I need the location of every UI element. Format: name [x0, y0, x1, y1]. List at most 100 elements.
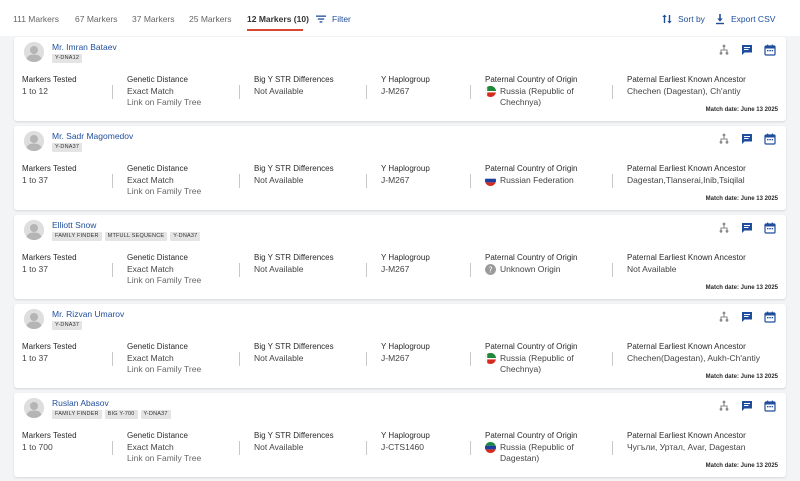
ancestor-column: Paternal Earliest Known Ancestor Chechen…: [627, 75, 746, 97]
match-card: Mr. Rizvan Umarov Y-DNA37 Markers Tested…: [14, 304, 786, 388]
column-divider: [366, 174, 367, 188]
haplogroup-header: Y Haplogroup: [381, 253, 430, 262]
link-on-family-tree[interactable]: Link on Family Tree: [127, 453, 201, 464]
tab-25-markers[interactable]: 25 Markers: [189, 14, 232, 24]
tab-67-markers[interactable]: 67 Markers: [75, 14, 118, 24]
message-icon[interactable]: [741, 133, 753, 145]
country-value: ? Unknown Origin: [485, 264, 578, 275]
message-icon[interactable]: [741, 44, 753, 56]
calendar-icon[interactable]: [764, 400, 776, 412]
tab-111-markers[interactable]: 111 Markers: [13, 14, 59, 24]
message-icon[interactable]: [741, 400, 753, 412]
genetic-distance-column: Genetic Distance Exact Match Link on Fam…: [127, 75, 201, 108]
big-y-str-header: Big Y STR Differences: [254, 164, 334, 173]
export-csv-button[interactable]: Export CSV: [714, 12, 775, 26]
haplogroup-value: J-M267: [381, 175, 410, 185]
column-divider: [239, 352, 240, 366]
match-name[interactable]: Mr. Rizvan Umarov: [52, 309, 124, 319]
match-name[interactable]: Ruslan Abasov: [52, 398, 109, 408]
country-value: Russia (Republic of Chechnya): [485, 86, 578, 108]
country-column: Paternal Country of Origin Russia (Repub…: [485, 342, 578, 375]
column-divider: [239, 85, 240, 99]
country-header: Paternal Country of Origin: [485, 75, 578, 84]
card-actions: [718, 311, 776, 323]
genetic-distance-value: Exact Match: [127, 86, 174, 96]
sort-button[interactable]: Sort by: [661, 12, 705, 26]
markers-tested-column: Markers Tested 1 to 700: [22, 431, 77, 453]
markers-tested-value: 1 to 37: [22, 264, 48, 274]
test-tag: Y-DNA37: [52, 321, 83, 330]
link-on-family-tree[interactable]: Link on Family Tree: [127, 364, 201, 375]
column-divider: [470, 174, 471, 188]
genetic-distance-column: Genetic Distance Exact Match Link on Fam…: [127, 431, 201, 464]
tab-12-markers[interactable]: 12 Markers (10): [247, 14, 309, 24]
markers-tested-header: Markers Tested: [22, 253, 77, 262]
genetic-distance-value: Exact Match: [127, 442, 174, 452]
test-tags: Y-DNA37: [52, 321, 83, 330]
match-date: Match date: June 13 2025: [705, 107, 778, 113]
country-column: Paternal Country of Origin ? Unknown Ori…: [485, 253, 578, 275]
match-date: Match date: June 13 2025: [705, 285, 778, 291]
column-divider: [612, 263, 613, 277]
top-toolbar: 111 Markers 67 Markers 37 Markers 25 Mar…: [0, 0, 800, 36]
tab-37-markers[interactable]: 37 Markers: [132, 14, 175, 24]
link-on-family-tree[interactable]: Link on Family Tree: [127, 275, 201, 286]
test-tags: FAMILY FINDER BIG Y-700 Y-DNA37: [52, 410, 171, 419]
test-tags: FAMILY FINDER MTFULL SEQUENCE Y-DNA37: [52, 232, 201, 241]
country-line2: Chechnya): [500, 364, 542, 374]
ancestor-column: Paternal Earliest Known Ancestor Чугъли,…: [627, 431, 746, 453]
chechnya-flag-icon: [485, 353, 496, 364]
big-y-str-header: Big Y STR Differences: [254, 431, 334, 440]
calendar-icon[interactable]: [764, 133, 776, 145]
match-card: Elliott Snow FAMILY FINDER MTFULL SEQUENC…: [14, 215, 786, 299]
genetic-distance-header: Genetic Distance: [127, 431, 188, 440]
country-column: Paternal Country of Origin Russia (Repub…: [485, 431, 578, 464]
match-card: Mr. Imran Bataev Y-DNA12 Markers Tested …: [14, 37, 786, 121]
download-icon: [714, 13, 726, 25]
column-divider: [112, 441, 113, 455]
tree-icon[interactable]: [718, 133, 730, 145]
country-line2: Chechnya): [500, 97, 542, 107]
genetic-distance-value: Exact Match: [127, 175, 174, 185]
country-line1: Russian Federation: [500, 175, 574, 185]
calendar-icon[interactable]: [764, 222, 776, 234]
tree-icon[interactable]: [718, 222, 730, 234]
link-on-family-tree[interactable]: Link on Family Tree: [127, 97, 201, 108]
column-divider: [612, 85, 613, 99]
column-divider: [470, 441, 471, 455]
column-divider: [239, 263, 240, 277]
test-tag: Y-DNA37: [140, 410, 171, 419]
active-tab-indicator: [247, 29, 303, 31]
avatar: [24, 42, 44, 62]
haplogroup-header: Y Haplogroup: [381, 431, 430, 440]
tree-icon[interactable]: [718, 311, 730, 323]
big-y-str-column: Big Y STR Differences Not Available: [254, 431, 334, 453]
sort-icon: [661, 13, 673, 25]
test-tag: FAMILY FINDER: [52, 410, 102, 419]
match-name[interactable]: Mr. Imran Bataev: [52, 42, 117, 52]
big-y-str-value: Not Available: [254, 353, 304, 363]
markers-tested-header: Markers Tested: [22, 164, 77, 173]
ancestor-column: Paternal Earliest Known Ancestor Dagesta…: [627, 164, 746, 186]
message-icon[interactable]: [741, 311, 753, 323]
haplogroup-header: Y Haplogroup: [381, 342, 430, 351]
column-divider: [239, 174, 240, 188]
column-divider: [366, 441, 367, 455]
tree-icon[interactable]: [718, 44, 730, 56]
haplogroup-header: Y Haplogroup: [381, 164, 430, 173]
calendar-icon[interactable]: [764, 44, 776, 56]
column-divider: [470, 85, 471, 99]
test-tag: Y-DNA37: [52, 143, 83, 152]
card-actions: [718, 133, 776, 145]
message-icon[interactable]: [741, 222, 753, 234]
country-header: Paternal Country of Origin: [485, 431, 578, 440]
ancestor-column: Paternal Earliest Known Ancestor Not Ava…: [627, 253, 746, 275]
link-on-family-tree[interactable]: Link on Family Tree: [127, 186, 201, 197]
big-y-str-value: Not Available: [254, 86, 304, 96]
card-actions: [718, 400, 776, 412]
tree-icon[interactable]: [718, 400, 730, 412]
calendar-icon[interactable]: [764, 311, 776, 323]
filter-button[interactable]: Filter: [315, 12, 351, 26]
match-name[interactable]: Mr. Sadr Magomedov: [52, 131, 133, 141]
match-name[interactable]: Elliott Snow: [52, 220, 96, 230]
